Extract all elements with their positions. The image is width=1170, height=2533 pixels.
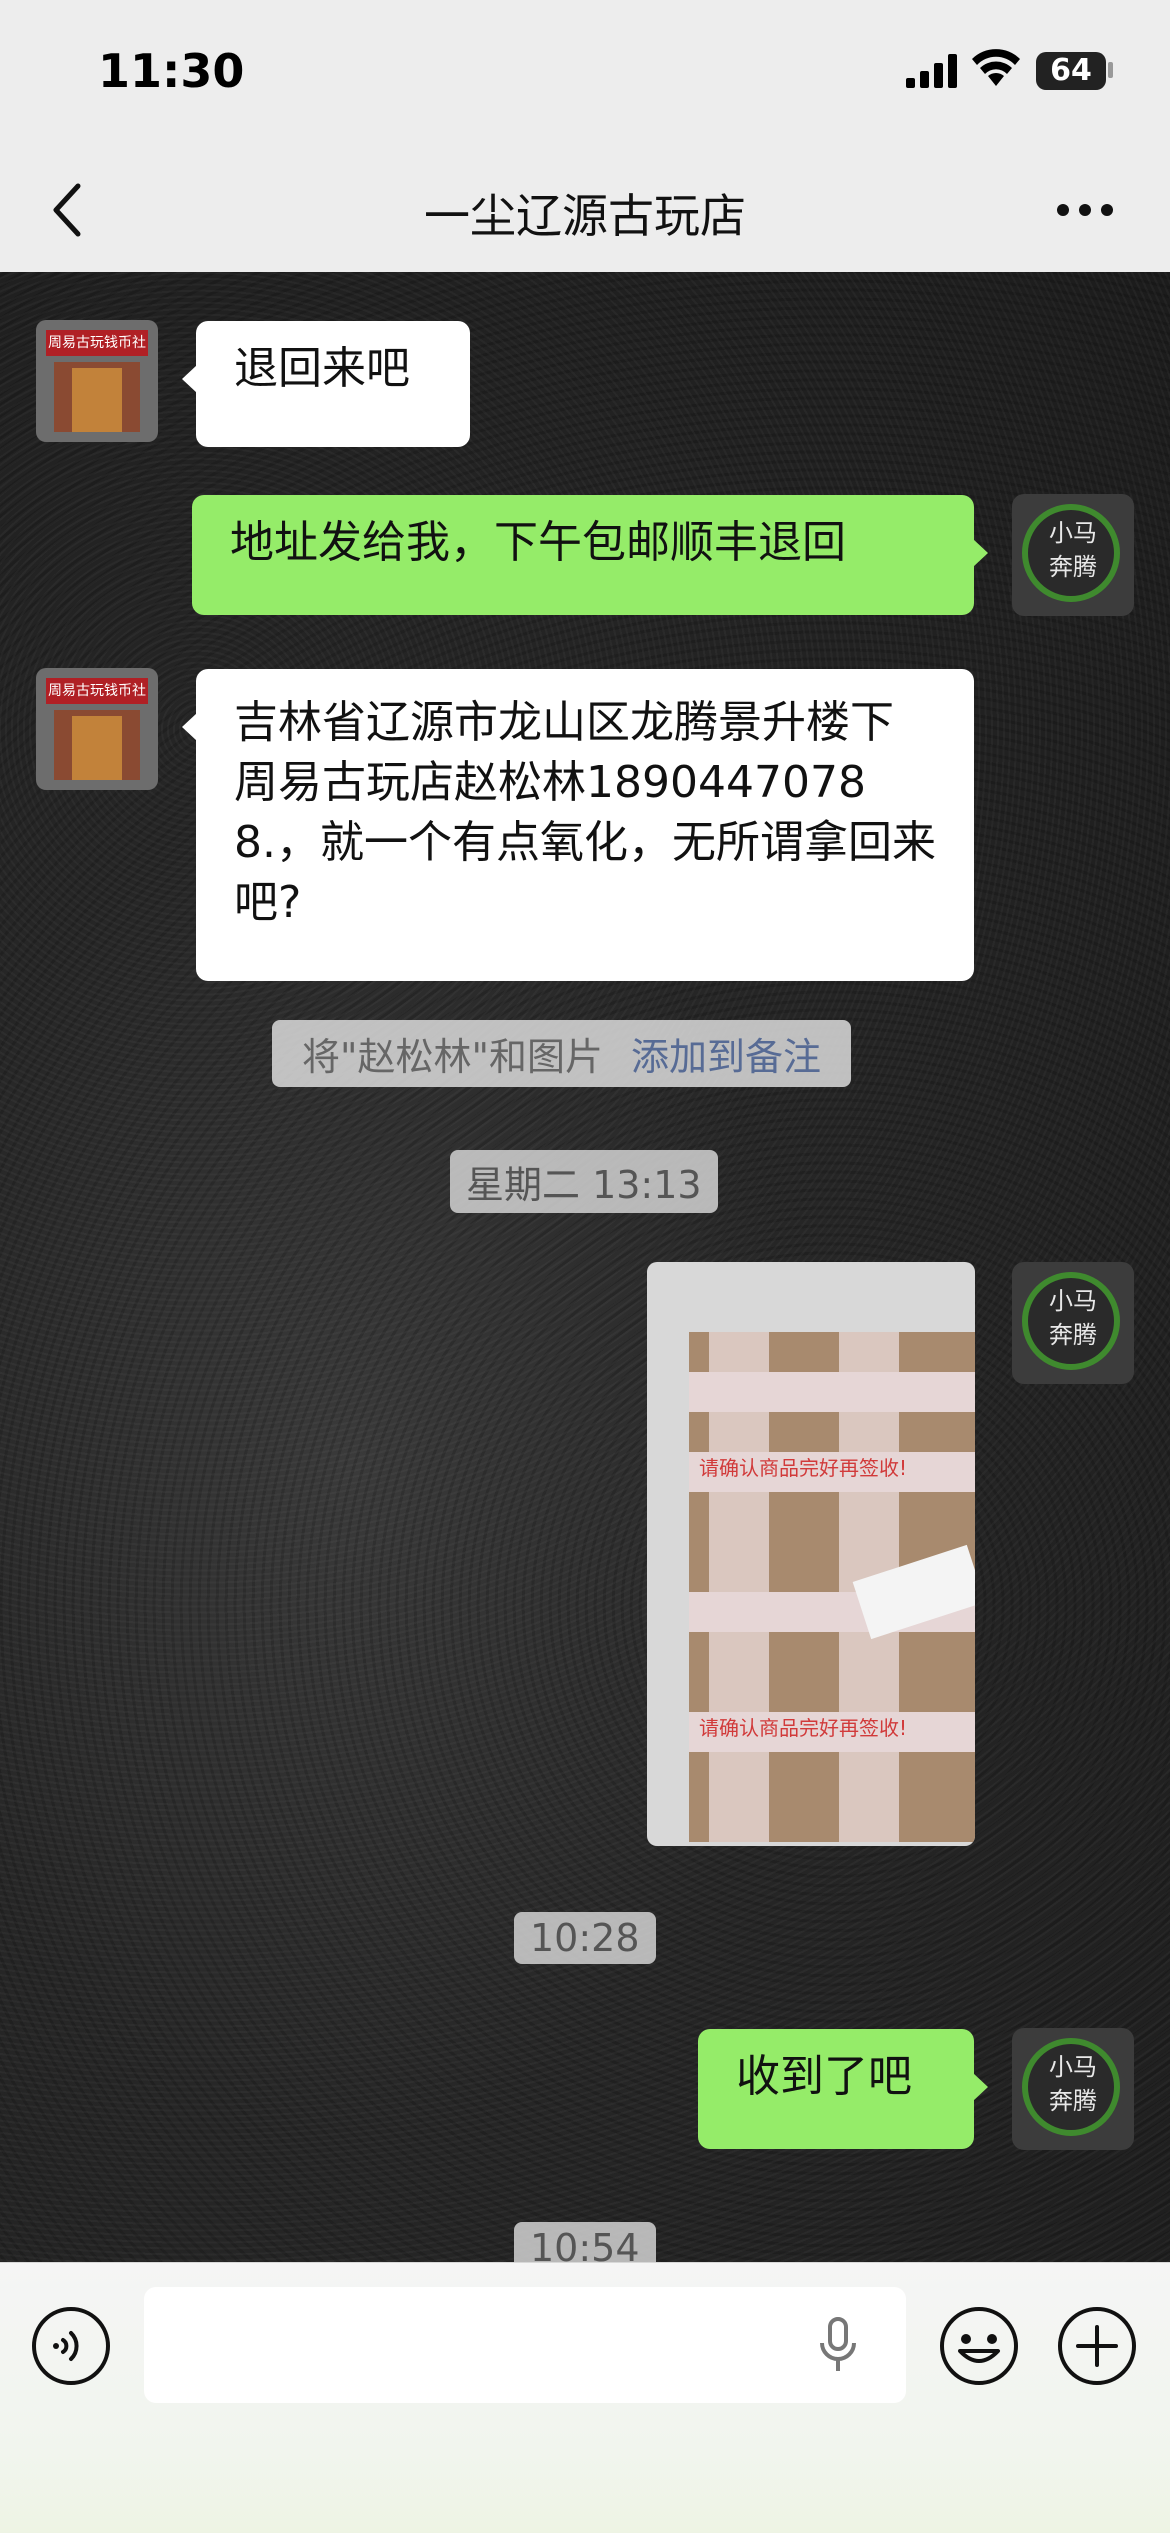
contact-avatar[interactable]: 周易古玩钱币社 xyxy=(36,320,158,442)
more-options-icon[interactable] xyxy=(1055,198,1115,222)
tape-band: 请确认商品完好再签收! xyxy=(689,1712,975,1752)
timestamp: 10:54 xyxy=(514,2222,656,2262)
status-bar: 11:30 64 xyxy=(0,0,1170,150)
chat-title: 一尘辽源古玩店 xyxy=(424,189,746,243)
my-avatar[interactable]: 小马 奔腾 xyxy=(1012,2028,1134,2150)
microphone-icon[interactable] xyxy=(818,2315,858,2375)
voice-mode-icon[interactable] xyxy=(30,2305,112,2387)
chat-header: 一尘辽源古玩店 xyxy=(0,150,1170,273)
message-bubble-left[interactable]: 吉林省辽源市龙山区龙腾景升楼下周易古玩店赵松林18904470788.，就一个有… xyxy=(182,669,974,981)
tape-band xyxy=(689,1372,975,1412)
message-bubble-right[interactable]: 地址发给我，下午包邮顺丰退回 xyxy=(192,495,988,615)
shop-door-inner xyxy=(72,368,122,432)
battery-cap xyxy=(1108,62,1113,78)
wifi-icon xyxy=(972,49,1020,86)
shop-sign-text: 周易古玩钱币社 xyxy=(46,330,148,356)
package-image: 请确认商品完好再签收! 请确认商品完好再签收! xyxy=(689,1332,975,1842)
tape-band: 请确认商品完好再签收! xyxy=(689,1452,975,1492)
chat-messages-area[interactable]: 周易古玩钱币社 退回来吧 地址发给我，下午包邮顺丰退回 小马 奔腾 周易古玩钱币社… xyxy=(0,272,1170,2262)
add-remark-link[interactable]: 添加到备注 xyxy=(631,1035,821,1079)
input-bar xyxy=(0,2262,1170,2533)
photo-message[interactable]: 请确认商品完好再签收! 请确认商品完好再签收! xyxy=(647,1262,975,1846)
plus-more-icon[interactable] xyxy=(1056,2305,1138,2387)
timestamp: 星期二 13:13 xyxy=(450,1150,718,1213)
avatar-text: 小马 奔腾 xyxy=(1049,1287,1097,1349)
shop-door-inner xyxy=(72,716,122,780)
message-bubble-right[interactable]: 收到了吧 xyxy=(698,2029,988,2149)
status-time: 11:30 xyxy=(98,44,245,98)
timestamp: 10:28 xyxy=(514,1912,656,1964)
remark-suggestion-tip: 将"赵松林"和图片 添加到备注 xyxy=(272,1020,851,1087)
message-bubble-left[interactable]: 退回来吧 xyxy=(182,321,470,447)
avatar-text: 小马 奔腾 xyxy=(1049,2053,1097,2115)
tip-text: 将"赵松林"和图片 xyxy=(302,1035,603,1079)
message-input[interactable] xyxy=(144,2287,906,2403)
my-avatar[interactable]: 小马 奔腾 xyxy=(1012,1262,1134,1384)
shop-sign-text: 周易古玩钱币社 xyxy=(46,678,148,704)
my-avatar[interactable]: 小马 奔腾 xyxy=(1012,494,1134,616)
emoji-icon[interactable] xyxy=(938,2305,1020,2387)
cellular-signal-icon xyxy=(906,54,957,88)
avatar-text: 小马 奔腾 xyxy=(1049,519,1097,581)
contact-avatar[interactable]: 周易古玩钱币社 xyxy=(36,668,158,790)
battery-icon: 64 xyxy=(1036,52,1106,90)
